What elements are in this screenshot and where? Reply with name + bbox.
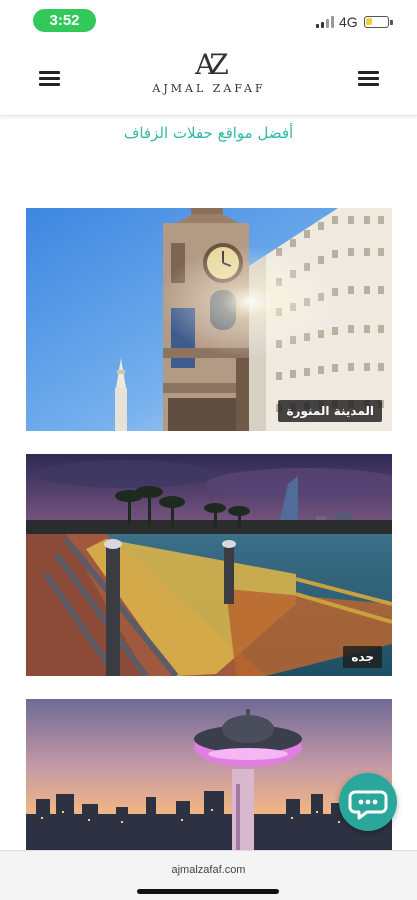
madinah-photo — [26, 208, 392, 431]
status-time: 3:52 — [33, 9, 96, 32]
logo-mark: AZ — [195, 48, 229, 81]
battery-low-icon — [364, 16, 393, 28]
hamburger-menu-icon[interactable] — [358, 71, 379, 87]
city-label: جده — [343, 646, 382, 668]
city-card-khobar[interactable] — [26, 699, 392, 850]
city-label: المدينة المنورة — [278, 400, 382, 422]
jeddah-photo — [26, 454, 392, 676]
city-photo — [26, 699, 392, 850]
logo-text: AJMAL ZAFAF — [152, 82, 266, 95]
chat-button[interactable] — [339, 773, 397, 831]
page-heading: أفضل مواقع حفلات الزفاف — [123, 124, 294, 142]
site-header: AZ AJMAL ZAFAF — [0, 44, 417, 116]
site-logo[interactable]: AZ AJMAL ZAFAF — [148, 46, 270, 106]
network-type: 4G — [339, 14, 358, 30]
city-card-madinah[interactable]: المدينة المنورة — [26, 208, 392, 431]
chat-bubble-icon — [348, 790, 388, 820]
status-bar: 3:52 4G — [0, 0, 417, 44]
city-card-jeddah[interactable]: جده — [26, 454, 392, 677]
signal-bars-icon — [316, 16, 336, 28]
browser-url-bar: ajmalzafaf.com — [0, 850, 417, 900]
home-indicator[interactable] — [137, 889, 279, 894]
hamburger-menu-icon[interactable] — [39, 71, 60, 87]
url-text[interactable]: ajmalzafaf.com — [0, 864, 417, 876]
